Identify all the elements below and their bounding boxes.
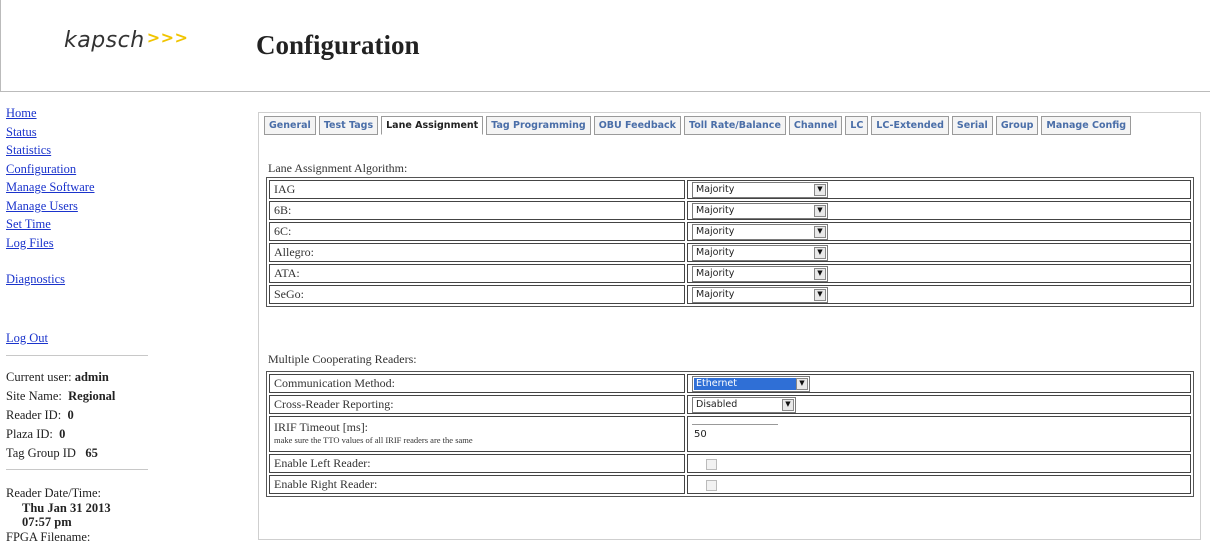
allegro-label: Allegro: — [269, 243, 685, 262]
chevron-down-icon: ▼ — [814, 204, 826, 217]
tab-lane-assignment[interactable]: Lane Assignment — [381, 116, 484, 135]
tab-manage-config[interactable]: Manage Config — [1041, 116, 1132, 135]
enable-right-reader-label: Enable Right Reader: — [269, 475, 685, 494]
iag-label: IAG — [269, 180, 685, 199]
fpga-filename-label: FPGA Filename: — [6, 529, 91, 544]
ata-select[interactable]: Majority ▼ — [692, 265, 828, 282]
current-user-line: Current user: admin — [6, 370, 109, 384]
reader-id-line: Reader ID: 0 — [6, 408, 74, 422]
info-divider — [6, 469, 148, 470]
6b-select[interactable]: Majority ▼ — [692, 202, 828, 219]
6b-label: 6B: — [269, 201, 685, 220]
config-tabs: General Test Tags Lane Assignment Tag Pr… — [264, 116, 1132, 135]
table-row: 6C: Majority ▼ — [269, 222, 1191, 241]
table-row: Communication Method: Ethernet ▼ — [269, 374, 1191, 393]
enable-right-reader-checkbox[interactable] — [706, 479, 717, 491]
logout-link[interactable]: Log Out — [6, 331, 48, 346]
table-row: IRIF Timeout [ms]: make sure the TTO val… — [269, 416, 1191, 452]
table-row: 6B: Majority ▼ — [269, 201, 1191, 220]
current-user-value: admin — [74, 370, 109, 384]
logo-text: kapsch — [64, 28, 145, 53]
cross-reader-select[interactable]: Disabled ▼ — [692, 396, 796, 413]
lane-assignment-heading: Lane Assignment Algorithm: — [268, 161, 408, 175]
mcr-table: Communication Method: Ethernet ▼ Cross-Re… — [266, 371, 1194, 497]
iag-select[interactable]: Majority ▼ — [692, 181, 828, 198]
plaza-id-value: 0 — [59, 427, 66, 441]
tab-tag-programming[interactable]: Tag Programming — [486, 116, 591, 135]
allegro-select[interactable]: Majority ▼ — [692, 244, 828, 261]
tab-lc-extended[interactable]: LC-Extended — [871, 116, 949, 135]
irif-timeout-note: make sure the TTO values of all IRIF rea… — [274, 435, 473, 445]
sego-label: SeGo: — [269, 285, 685, 304]
tab-serial[interactable]: Serial — [951, 116, 993, 135]
ata-label: ATA: — [269, 264, 685, 283]
header-divider — [0, 91, 1210, 92]
nav-divider — [6, 355, 148, 356]
page-title: Configuration — [256, 30, 420, 60]
enable-left-reader-label: Enable Left Reader: — [269, 454, 685, 473]
6c-select[interactable]: Majority ▼ — [692, 223, 828, 240]
tag-group-line: Tag Group ID 65 — [6, 446, 98, 460]
irif-timeout-input[interactable]: 50 — [692, 424, 778, 444]
table-row: SeGo: Majority ▼ — [269, 285, 1191, 304]
nav-link-statistics[interactable]: Statistics — [6, 141, 156, 160]
left-nav: Home Status Statistics Configuration Man… — [6, 104, 156, 289]
chevron-down-icon: ▼ — [814, 267, 826, 280]
cross-reader-label: Cross-Reader Reporting: — [269, 395, 685, 414]
tab-general[interactable]: General — [264, 116, 316, 135]
table-row: ATA: Majority ▼ — [269, 264, 1191, 283]
reader-id-value: 0 — [67, 408, 74, 422]
reader-date-value: Thu Jan 31 2013 — [22, 500, 111, 515]
table-row: Enable Right Reader: — [269, 475, 1191, 494]
nav-link-manage-users[interactable]: Manage Users — [6, 197, 156, 216]
nav-link-set-time[interactable]: Set Time — [6, 215, 156, 234]
site-name-value: Regional — [68, 389, 116, 403]
tag-group-value: 65 — [85, 446, 98, 460]
mcr-heading: Multiple Cooperating Readers: — [268, 352, 417, 366]
table-row: Allegro: Majority ▼ — [269, 243, 1191, 262]
chevron-down-icon: ▼ — [796, 377, 808, 390]
nav-link-manage-software[interactable]: Manage Software — [6, 178, 156, 197]
logo-arrows-icon: >>> — [146, 28, 189, 47]
nav-link-log-files[interactable]: Log Files — [6, 234, 156, 253]
reader-datetime: Reader Date/Time: Thu Jan 31 2013 07:57 … — [6, 486, 111, 544]
tab-obu-feedback[interactable]: OBU Feedback — [593, 116, 681, 135]
kapsch-logo: kapsch >>> — [64, 28, 188, 53]
6c-label: 6C: — [269, 222, 685, 241]
header-left-border — [0, 0, 1, 92]
header: kapsch >>> Configuration — [0, 0, 1210, 92]
tab-lc[interactable]: LC — [845, 116, 869, 135]
table-row: IAG Majority ▼ — [269, 180, 1191, 199]
chevron-down-icon: ▼ — [814, 183, 826, 196]
chevron-down-icon: ▼ — [782, 398, 794, 411]
chevron-down-icon: ▼ — [814, 288, 826, 301]
chevron-down-icon: ▼ — [814, 225, 826, 238]
nav-link-home[interactable]: Home — [6, 104, 156, 123]
nav-link-diagnostics[interactable]: Diagnostics — [6, 270, 156, 289]
irif-timeout-label: IRIF Timeout [ms]: — [274, 420, 369, 434]
comm-method-select[interactable]: Ethernet ▼ — [692, 375, 810, 392]
reader-time-value: 07:57 pm — [22, 515, 72, 529]
reader-info: Current user: admin Site Name: Regional … — [6, 368, 115, 463]
table-row: Enable Left Reader: — [269, 454, 1191, 473]
chevron-down-icon: ▼ — [814, 246, 826, 259]
plaza-id-line: Plaza ID: 0 — [6, 427, 66, 441]
enable-left-reader-checkbox[interactable] — [706, 458, 717, 470]
reader-datetime-label: Reader Date/Time: — [6, 486, 102, 500]
tab-test-tags[interactable]: Test Tags — [318, 116, 379, 135]
site-name-line: Site Name: Regional — [6, 389, 116, 403]
tab-group[interactable]: Group — [995, 116, 1039, 135]
tab-toll-rate-balance[interactable]: Toll Rate/Balance — [683, 116, 786, 135]
sego-select[interactable]: Majority ▼ — [692, 286, 828, 303]
comm-method-label: Communication Method: — [269, 374, 685, 393]
nav-link-status[interactable]: Status — [6, 123, 156, 142]
tab-channel[interactable]: Channel — [788, 116, 843, 135]
nav-link-configuration[interactable]: Configuration — [6, 160, 156, 179]
lane-assignment-table: IAG Majority ▼ 6B: Majority ▼ 6C: Majority… — [266, 177, 1194, 307]
table-row: Cross-Reader Reporting: Disabled ▼ — [269, 395, 1191, 414]
